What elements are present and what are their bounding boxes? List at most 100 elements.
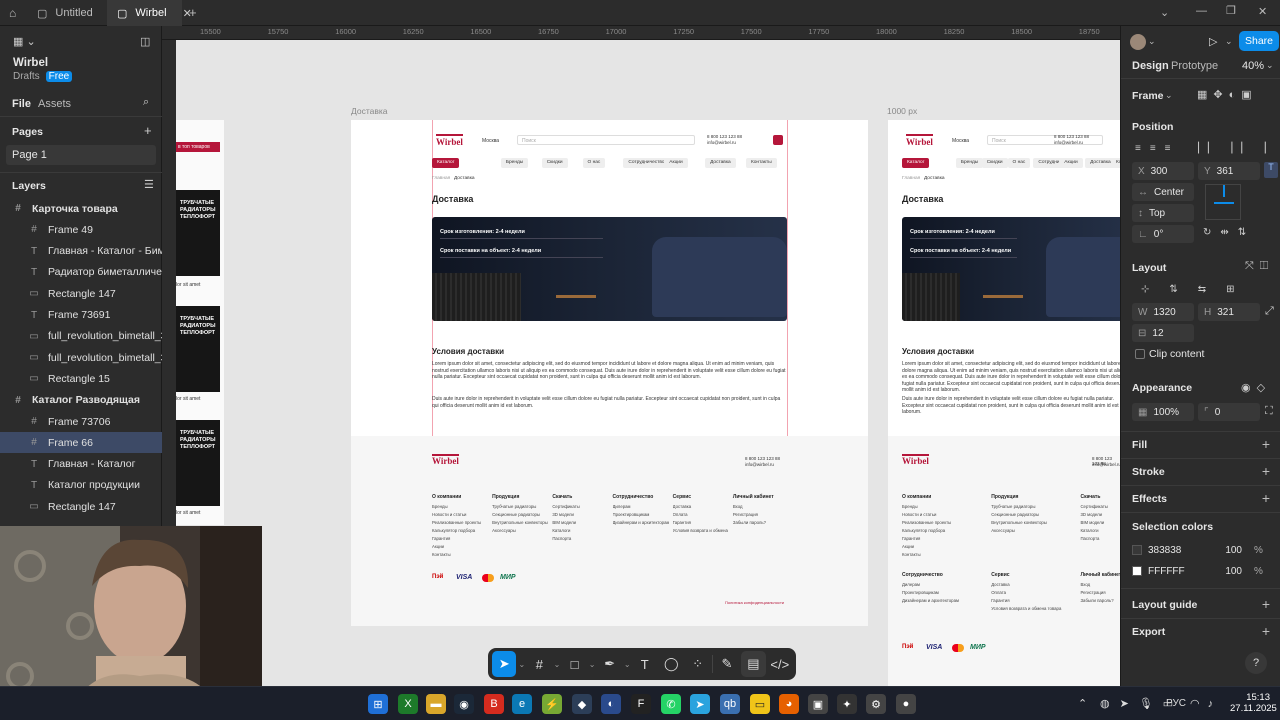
layer-item[interactable]: ▭ Rectangle 15	[0, 368, 162, 389]
frame-delivery[interactable]: Wirbel Москва Поиск 8 800 123 123 88 info@wi…	[351, 120, 868, 626]
footer-link[interactable]: Внутрипольные конвекторы	[492, 520, 548, 525]
frame-delivery-1000[interactable]: Wirbel Москва Поиск 8 800 123 123 88 info@wi…	[888, 120, 1120, 686]
footer-link[interactable]: Секционные радиаторы	[492, 512, 548, 517]
clock[interactable]: 15:13 27.11.2025	[1230, 692, 1277, 714]
figma-icon[interactable]: F	[631, 694, 651, 714]
minimize-icon[interactable]: —	[1196, 5, 1207, 17]
frame-type-select[interactable]: Frame	[1132, 90, 1164, 102]
vertical-constraint[interactable]: ↕ Top	[1132, 204, 1194, 222]
layer-item[interactable]: ▭ full_revolution_bimetall_350_2	[0, 326, 162, 347]
height-field[interactable]: H 321	[1198, 303, 1260, 321]
chevron-down-icon[interactable]: ⌄	[1160, 6, 1169, 19]
site-nav-item[interactable]: Бренды	[955, 158, 984, 168]
canvas[interactable]: в топ товаров ТРУБЧАТЫЕ РАДИАТОРЫ ТЕПЛОФ…	[176, 40, 1120, 686]
add-export-icon[interactable]: +	[1262, 623, 1270, 639]
footer-link[interactable]: Сертификаты	[552, 504, 608, 509]
folder-icon[interactable]: ▬	[426, 694, 446, 714]
footer-link[interactable]: Доставка	[673, 504, 729, 509]
footer-link[interactable]: Сертификаты	[1080, 504, 1120, 509]
footer-link[interactable]: Гарантия	[673, 520, 729, 525]
sidebar-toggle-icon[interactable]: ◫	[140, 35, 150, 48]
footer-link[interactable]: Регистрация	[1080, 590, 1120, 595]
color-hex[interactable]: 383838	[1148, 545, 1206, 556]
design-tab[interactable]: Design	[1132, 60, 1169, 72]
tab-untitled[interactable]: ▢ Untitled	[27, 0, 107, 26]
search-icon[interactable]: ⌕	[143, 96, 149, 109]
obs-icon[interactable]: ●	[896, 694, 916, 714]
city-select[interactable]: Москва	[482, 138, 499, 144]
play-icon[interactable]: ▷	[1209, 35, 1217, 48]
constraint-icon[interactable]: T	[1264, 162, 1278, 178]
layer-item[interactable]: # Frame 73706	[0, 411, 162, 432]
footer-link[interactable]: Акции	[432, 544, 488, 549]
footer-link[interactable]: Оплата	[673, 512, 729, 517]
app-icon[interactable]: qb	[720, 694, 740, 714]
shape-tool-icon[interactable]: □	[562, 651, 586, 677]
layer-item[interactable]: # Frame 49	[0, 219, 162, 240]
file-location[interactable]: Drafts	[13, 71, 40, 82]
layer-item[interactable]: T Радиатор биметаллический Тепл	[0, 262, 162, 283]
footer-link[interactable]: Гарантия	[991, 598, 1076, 603]
footer-link[interactable]: Новости и статьи	[902, 512, 987, 517]
auto-layout-icons[interactable]: ⊹⇅⇆⊞	[1141, 284, 1255, 295]
language-indicator[interactable]: РУС	[1166, 698, 1186, 709]
tab-wirbel[interactable]: ▢ Wirbel ✕	[107, 0, 192, 26]
rotation-field[interactable]: ∟ 0°	[1132, 225, 1194, 243]
add-effect-icon[interactable]: +	[1262, 490, 1270, 506]
layer-item[interactable]: # Карточка товара	[0, 198, 162, 219]
layers-menu-icon[interactable]: ☰	[144, 178, 154, 191]
page-item[interactable]: Page 1	[6, 145, 156, 165]
footer-link[interactable]: Забыли пароль?	[1080, 598, 1120, 603]
flip-icons[interactable]: ↻⇹⇅	[1203, 227, 1255, 238]
footer-link[interactable]: Гарантия	[902, 536, 987, 541]
dev-mode-icon[interactable]: </>	[768, 651, 792, 677]
frame-label[interactable]: 1000 px	[887, 106, 917, 116]
footer-link[interactable]: Акции	[902, 544, 987, 549]
footer-link[interactable]: Оплата	[991, 590, 1076, 595]
design-mode-icon[interactable]: ▤	[741, 651, 766, 677]
tray-chevron-icon[interactable]: ⌃	[1078, 697, 1087, 710]
start-icon[interactable]: ⊞	[368, 694, 388, 714]
privacy-policy-link[interactable]: Политика конфиденциальности	[725, 600, 784, 605]
move-tool-icon[interactable]: ➤	[492, 651, 517, 677]
breadcrumb-home[interactable]: Главная	[902, 176, 920, 181]
site-nav-item[interactable]: Каталог	[432, 158, 460, 168]
footer-link[interactable]: Секционные радиаторы	[991, 512, 1076, 517]
chevron-down-icon[interactable]: ⌄	[1225, 36, 1233, 47]
footer-link[interactable]: Дизайнерам и архитекторам	[613, 520, 669, 525]
color-swatch[interactable]	[1132, 566, 1142, 576]
footer-link[interactable]: Регистрация	[733, 512, 789, 517]
frame-label[interactable]: Доставка	[351, 106, 388, 116]
chevron-down-icon[interactable]: ⌄	[1266, 60, 1274, 71]
avatar[interactable]	[1130, 34, 1146, 50]
site-search-input[interactable]: Поиск	[517, 135, 695, 145]
footer-link[interactable]: Контакты	[902, 552, 987, 557]
app-icon[interactable]: ✦	[837, 694, 857, 714]
footer-link[interactable]: Дилерам	[902, 582, 987, 587]
layer-item[interactable]: ▭ full_revolution_bimetall_350_2	[0, 347, 162, 368]
app-b-icon[interactable]: B	[484, 694, 504, 714]
site-nav-item[interactable]: Доставка	[705, 158, 736, 168]
site-nav-item[interactable]: Контакты	[745, 158, 777, 168]
footer-link[interactable]: Трубчатые радиаторы	[991, 504, 1076, 509]
footer-link[interactable]: Каталоги	[1080, 528, 1120, 533]
footer-link[interactable]: 3D модели	[1080, 512, 1120, 517]
constraint-widget[interactable]	[1205, 184, 1241, 220]
gap-field[interactable]: ⊟ 12	[1132, 324, 1194, 342]
prototype-tab[interactable]: Prototype	[1171, 60, 1218, 72]
footer-link[interactable]: Реализованные проекты	[432, 520, 488, 525]
site-nav-item[interactable]: Скидки	[541, 158, 568, 168]
footer-link[interactable]: Трубчатые радиаторы	[492, 504, 548, 509]
x-field[interactable]: X 300	[1132, 162, 1194, 180]
corners-icon[interactable]: ⛶	[1265, 405, 1273, 418]
site-nav-item[interactable]: Сотрудничество	[623, 158, 670, 168]
footer-link[interactable]: Проектировщикам	[902, 590, 987, 595]
footer-link[interactable]: Дилерам	[613, 504, 669, 509]
resize-icon[interactable]: ⤢	[1265, 305, 1274, 318]
footer-link[interactable]: Каталоги	[552, 528, 608, 533]
layout-icons[interactable]: ⤧◫	[1245, 260, 1274, 273]
footer-link[interactable]: BIM модели	[1080, 520, 1120, 525]
footer-link[interactable]: Внутрипольные конвекторы	[991, 520, 1076, 525]
footer-link[interactable]: Калькулятор подбора	[432, 528, 488, 533]
footer-link[interactable]: BIM модели	[552, 520, 608, 525]
